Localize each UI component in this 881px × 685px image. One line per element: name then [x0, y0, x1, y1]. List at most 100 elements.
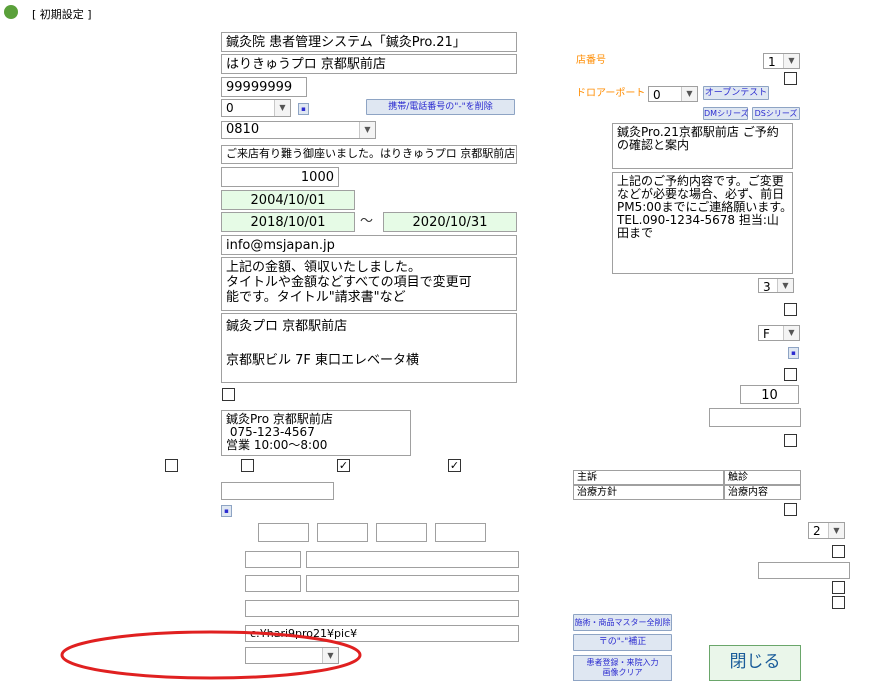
mail-days-label: 確認・予約案内メール 何日前 [576, 277, 710, 288]
dm-series-button[interactable]: DMシリーズ [703, 107, 749, 120]
aggregate-label: 集計期間 [90, 213, 130, 224]
receipt-size-checkbox[interactable] [165, 459, 178, 472]
card-form-label: 患者カードフォーム [90, 121, 180, 132]
memo-title-cell[interactable]: 触診 [724, 470, 801, 485]
app-icon [4, 5, 18, 19]
drawer-port-label: ドロアーポート [576, 88, 646, 99]
chevron-down-icon: ▼ [783, 54, 799, 68]
card-clinic-field[interactable]: 鍼灸Pro 京都駅前店 075-123-4567 営業 10:00〜8:00 [221, 410, 411, 456]
cloud-password-label: プロ版:クラウド転送解除パスワード [576, 564, 740, 575]
net-transfer-checkbox[interactable] [784, 72, 797, 85]
reg-password-label: 患者登録・来院入力 パスワード [576, 406, 666, 428]
topmenu2-title-field[interactable] [245, 575, 301, 592]
cti-status-text: CTIテストモード認証完了 [342, 485, 459, 496]
window-title: [ 初期設定 ] [32, 8, 92, 21]
cti-port-label: CTI電話着信ポート [90, 99, 177, 110]
staff-list-checkbox[interactable]: ✓ [337, 459, 350, 472]
reg-password-field[interactable] [709, 408, 801, 427]
hide-tel-label: 患者登録・来院入力でTEL・住所を非表示に [576, 546, 774, 557]
no-cert-checkbox[interactable] [832, 596, 845, 609]
topmenu2-url-field[interactable] [306, 575, 519, 592]
inventory-checkbox[interactable] [222, 388, 235, 401]
tab-name-4-field[interactable] [435, 523, 486, 542]
clear-image-button[interactable]: 患者登録・来院入力 画像クリア [573, 655, 672, 681]
chevron-down-icon: ▼ [828, 523, 844, 538]
memo-title-cell[interactable]: 治療方針 [573, 485, 724, 500]
drawer-port-select[interactable]: 0 ▼ [648, 86, 698, 102]
chevron-down-icon: ▼ [777, 279, 793, 292]
cti-port-small-button[interactable]: ▪ [298, 103, 309, 115]
system-name-label: システム名 [90, 33, 140, 44]
ds-series-button[interactable]: DSシリーズ [752, 107, 800, 120]
pro-net-terminal-label: プロ版:ネット端末モード利用 [576, 367, 710, 378]
staff-list-label: スタッフリスト [272, 460, 342, 471]
inventory-label: 在庫管理する [90, 390, 150, 401]
bg-color-checkbox[interactable] [241, 459, 254, 472]
card-clinic-label: 患者カード院名など [90, 411, 180, 422]
aggregate-to-field[interactable]: 2020/10/31 [383, 212, 517, 232]
store-mail-field[interactable]: info@msjapan.jp [221, 235, 517, 255]
master-delete-button[interactable]: 施術・商品マスター全削除 [573, 614, 672, 631]
receipt-size-label: レシートサイズ [90, 460, 160, 471]
card-form-select[interactable]: 0810 ▼ [221, 121, 376, 139]
chevron-down-icon: ▼ [359, 122, 375, 138]
point-unit-field[interactable]: 1000 [221, 167, 339, 187]
hide-tel-checkbox[interactable] [832, 545, 845, 558]
cti-port-select[interactable]: 0 ▼ [221, 99, 291, 117]
user-code-field[interactable]: 99999999 [221, 77, 307, 97]
schedule-type-button[interactable]: ▪ [221, 505, 232, 517]
slip-staff-checkbox[interactable] [784, 503, 797, 516]
schedule-window-label: スケジュール(開くウィンドウの設定) [576, 525, 744, 536]
vpn-checkbox[interactable] [832, 581, 845, 594]
topmenu-text-button[interactable]: ▪ [788, 347, 799, 359]
pro-net-terminal-checkbox[interactable] [784, 368, 797, 381]
postal-fix-button[interactable]: 〒の"-"補正 [573, 634, 672, 651]
reservation-title-label: ご予約 確認・案内 タイトル [549, 122, 599, 155]
mono-receipt-checkbox[interactable] [784, 434, 797, 447]
store-no-label: 店番号 [576, 55, 606, 66]
cti-password-label: CTIパスワード [90, 483, 157, 494]
history-start-field[interactable]: 2004/10/01 [221, 190, 355, 210]
mail-days-select[interactable]: 3 ▼ [758, 278, 794, 294]
memo-title-cell[interactable]: 治療内容 [724, 485, 801, 500]
system-name-field[interactable]: 鍼灸院 患者管理システム「鍼灸Pro.21」 [221, 32, 517, 52]
tax-rate-field[interactable]: 10 [740, 385, 799, 404]
backup-drive-select[interactable]: F ▼ [758, 325, 800, 341]
schedule-type-label: スケジュールタイプ [90, 504, 180, 515]
cloud-password-field[interactable] [758, 562, 850, 579]
topmenu1-title-field[interactable] [245, 551, 301, 568]
explorer-folder-field[interactable] [245, 600, 519, 617]
store-no-select[interactable]: 1 ▼ [763, 53, 800, 69]
mail-subject-label: メール件名 [90, 145, 140, 156]
receipt-issuer-field[interactable]: 鍼灸プロ 京都駅前店 京都駅ビル 7F 東口エレベータ横 [221, 313, 517, 383]
tab-name-3-field[interactable] [376, 523, 427, 542]
topmenu1-url-field[interactable] [306, 551, 519, 568]
tab-name-1-field[interactable] [258, 523, 309, 542]
open-test-button[interactable]: オープンテスト [703, 86, 769, 100]
body-field[interactable]: 上記のご予約内容です。ご変更 などが必要な場合、必ず、前日 PM5:00までにご… [612, 172, 793, 274]
highlight-ellipse [60, 630, 362, 680]
topmenu1-label: トップメニュー タイトル＋URL1 [90, 549, 167, 571]
close-button[interactable]: 閉じる [709, 645, 801, 681]
cti-password-field[interactable] [221, 482, 334, 500]
bg-color-label: 背景色 [200, 460, 230, 471]
no-cert-label: 療養費支給申請書を利用しない [576, 597, 716, 608]
aggregate-from-field[interactable]: 2018/10/01 [221, 212, 355, 232]
remove-hyphen-button[interactable]: 携帯/電話番号の"-"を削除 [366, 99, 515, 115]
backup-drive-label: バックアップ先(既定ドライブ) [576, 323, 714, 334]
history-start-label: 履歴表示開始日付 [90, 190, 170, 201]
memo-titles-label: 症状・治療メモのタイトル名 [576, 453, 706, 464]
receipt-memo-field[interactable]: 上記の金額、領収いたしました。 タイトルや金額などすべての項目で変更可 能です。… [221, 257, 517, 311]
auto-backup-checkbox[interactable] [784, 303, 797, 316]
slip-staff-label: 伝票入力でスタッフ項目を表示しない [576, 505, 746, 516]
auto-backup-label: システム終了時の自動データバックアップ しない→チェックあり [576, 297, 766, 319]
tab-name-2-field[interactable] [317, 523, 368, 542]
memo-title-cell[interactable]: 主訴 [573, 470, 724, 485]
tax-rate-label: 税率(%) 自費負担売上 [576, 388, 677, 399]
printer-type-checkbox[interactable]: ✓ [448, 459, 461, 472]
reservation-title-field[interactable]: 鍼灸Pro.21京都駅前店 ご予約 の確認と案内 [612, 123, 793, 169]
user-name-field[interactable]: はりきゅうプロ 京都駅前店 [221, 54, 517, 74]
schedule-window-select[interactable]: 2 ▼ [808, 522, 845, 539]
topmenu2-label: トップメニュー タイトル＋URL2 [90, 573, 167, 595]
mail-subject-field[interactable]: ご来店有り難う御座いました。はりきゅうプロ 京都駅前店 [221, 145, 517, 164]
